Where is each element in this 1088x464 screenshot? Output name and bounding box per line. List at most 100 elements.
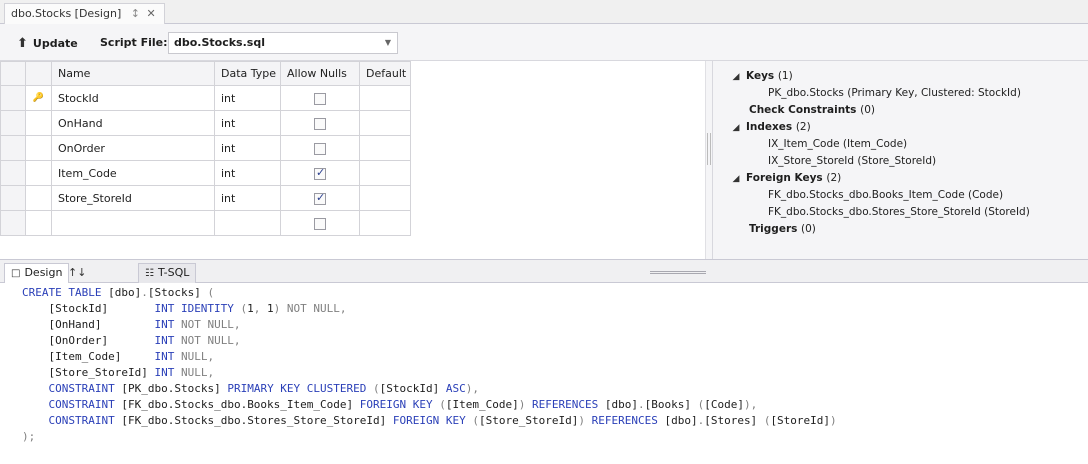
sql-token: ,: [253, 302, 268, 315]
allow-nulls-cell[interactable]: [280, 85, 360, 111]
allow-nulls-column-header: Allow Nulls: [280, 61, 360, 86]
default-value-cell[interactable]: [359, 135, 411, 161]
tab-tsql[interactable]: ☷ T-SQL: [138, 263, 197, 284]
foreign-key-item[interactable]: FK_dbo.Stocks_dbo.Stores_Store_StoreId (…: [713, 204, 1088, 221]
grid-header-row: Name Data Type Allow Nulls Default: [0, 61, 411, 86]
sql-line: [Item_Code] INT NULL,: [0, 349, 1088, 365]
splitter-grip[interactable]: [707, 133, 711, 165]
table-row[interactable]: OnOrder int: [0, 135, 411, 161]
table-row[interactable]: Item_Code int: [0, 160, 411, 186]
key-column-header: [25, 61, 52, 86]
data-type-column-header: Data Type: [214, 61, 281, 86]
default-value-cell[interactable]: [359, 210, 411, 236]
foreign-keys-node[interactable]: ◢ Foreign Keys (2): [713, 170, 1088, 187]
table-row[interactable]: [0, 210, 411, 236]
column-name-cell[interactable]: [51, 210, 215, 236]
expanded-triangle-icon[interactable]: ◢: [726, 120, 746, 137]
index-item[interactable]: IX_Store_StoreId (Store_StoreId): [713, 153, 1088, 170]
row-selector[interactable]: [0, 185, 26, 211]
row-selector[interactable]: [0, 85, 26, 111]
tab-design[interactable]: □ Design: [4, 263, 70, 284]
row-selector[interactable]: [0, 110, 26, 136]
check-constraints-node[interactable]: Check Constraints (0): [713, 102, 1088, 119]
sql-token: ): [578, 414, 592, 427]
allow-nulls-cell[interactable]: [280, 160, 360, 186]
table-row[interactable]: 🔑 StockId int: [0, 85, 411, 111]
data-type-cell[interactable]: int: [214, 85, 281, 111]
allow-nulls-cell[interactable]: [280, 210, 360, 236]
row-selector[interactable]: [0, 160, 26, 186]
vertical-splitter[interactable]: [705, 61, 712, 259]
swap-icon: ↑↓: [68, 266, 87, 279]
expanded-triangle-icon[interactable]: ◢: [726, 69, 746, 86]
allow-nulls-checkbox[interactable]: [314, 166, 326, 180]
sql-token: INT: [154, 366, 181, 379]
column-name-cell[interactable]: Store_StoreId: [51, 185, 215, 211]
script-file-dropdown[interactable]: dbo.Stocks.sql ▼: [168, 32, 398, 54]
sql-token: CONSTRAINT: [48, 398, 122, 411]
allow-nulls-cell[interactable]: [280, 135, 360, 161]
allow-nulls-cell[interactable]: [280, 185, 360, 211]
pin-icon[interactable]: ↕: [131, 7, 140, 20]
close-icon[interactable]: ✕: [146, 7, 155, 20]
column-name-cell[interactable]: Item_Code: [51, 160, 215, 186]
sql-token: [FK_dbo.Stocks_dbo.Stores_Store_StoreId]: [121, 414, 393, 427]
keys-node[interactable]: ◢ Keys (1): [713, 68, 1088, 85]
sql-token: [Stocks]: [147, 286, 201, 299]
allow-nulls-checkbox[interactable]: [314, 217, 326, 230]
key-cell: [25, 210, 52, 236]
allow-nulls-checkbox[interactable]: [314, 92, 326, 105]
sql-token: PRIMARY KEY CLUSTERED: [227, 382, 374, 395]
row-selector[interactable]: [0, 210, 26, 236]
data-type-cell[interactable]: int: [214, 135, 281, 161]
sql-line: [OnOrder] INT NOT NULL,: [0, 333, 1088, 349]
data-type-cell[interactable]: [214, 210, 281, 236]
sql-line: CONSTRAINT [FK_dbo.Stocks_dbo.Books_Item…: [0, 397, 1088, 413]
default-value-cell[interactable]: [359, 160, 411, 186]
allow-nulls-checkbox[interactable]: [314, 117, 326, 130]
columns-grid-area: Name Data Type Allow Nulls Default 🔑 Stoc…: [0, 61, 705, 259]
allow-nulls-cell[interactable]: [280, 110, 360, 136]
allow-nulls-checkbox[interactable]: [314, 142, 326, 155]
sql-token: [Item_Code]: [445, 398, 519, 411]
sql-token: NULL,: [180, 350, 215, 363]
sql-token: [StockId]: [22, 302, 155, 315]
document-tab-bar: dbo.Stocks [Design] ↕ ✕: [0, 0, 1088, 24]
column-name-cell[interactable]: OnHand: [51, 110, 215, 136]
expanded-triangle-icon[interactable]: ◢: [726, 171, 746, 188]
column-name-cell[interactable]: StockId: [51, 85, 215, 111]
sql-token: ),: [465, 382, 480, 395]
sql-token: ),: [743, 398, 758, 411]
select-all-corner[interactable]: [0, 61, 26, 86]
document-tab-title: dbo.Stocks [Design]: [11, 7, 122, 20]
sql-token: [dbo]: [604, 398, 638, 411]
default-value-cell[interactable]: [359, 85, 411, 111]
triggers-node[interactable]: Triggers (0): [713, 221, 1088, 238]
default-value-cell[interactable]: [359, 110, 411, 136]
default-value-cell[interactable]: [359, 185, 411, 211]
table-row[interactable]: OnHand int: [0, 110, 411, 136]
default-column-header: Default: [359, 61, 411, 86]
column-name-cell[interactable]: OnOrder: [51, 135, 215, 161]
foreign-key-item[interactable]: FK_dbo.Stocks_dbo.Books_Item_Code (Code): [713, 187, 1088, 204]
sql-token: FOREIGN KEY: [359, 398, 440, 411]
table-row[interactable]: Store_StoreId int: [0, 185, 411, 211]
document-tab[interactable]: dbo.Stocks [Design] ↕ ✕: [4, 3, 165, 24]
update-button[interactable]: ⬆ Update: [17, 35, 78, 51]
sql-token: [Code]: [704, 398, 744, 411]
indexes-node[interactable]: ◢ Indexes (2): [713, 119, 1088, 136]
key-item[interactable]: PK_dbo.Stocks (Primary Key, Clustered: S…: [713, 85, 1088, 102]
data-type-cell[interactable]: int: [214, 185, 281, 211]
row-selector[interactable]: [0, 135, 26, 161]
sql-token: FOREIGN KEY: [392, 414, 473, 427]
tsql-editor[interactable]: CREATE TABLE [dbo].[Stocks] ( [StockId] …: [0, 283, 1088, 464]
horizontal-splitter-grip[interactable]: [650, 271, 706, 274]
sql-token: INT: [154, 350, 181, 363]
data-type-cell[interactable]: int: [214, 160, 281, 186]
chevron-down-icon[interactable]: ▼: [385, 38, 391, 47]
sql-token: REFERENCES: [591, 414, 665, 427]
allow-nulls-checkbox[interactable]: [314, 191, 326, 205]
index-item[interactable]: IX_Item_Code (Item_Code): [713, 136, 1088, 153]
data-type-cell[interactable]: int: [214, 110, 281, 136]
